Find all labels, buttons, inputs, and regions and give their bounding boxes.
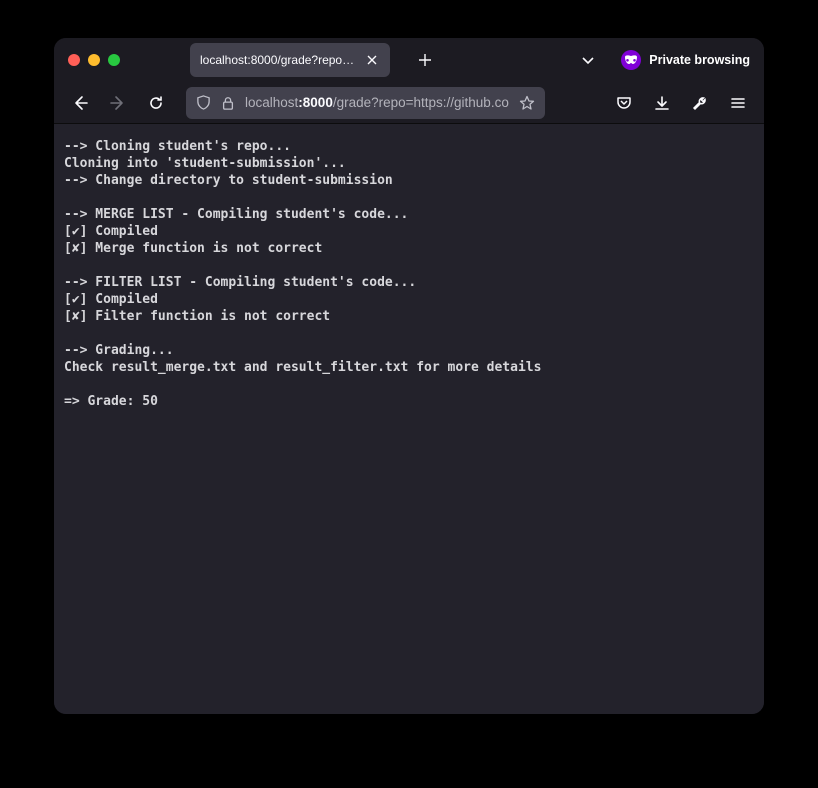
reload-button[interactable] xyxy=(140,87,172,119)
url-text: localhost:8000/grade?repo=https://github… xyxy=(245,95,509,110)
chevron-down-icon xyxy=(581,53,595,67)
app-menu-button[interactable] xyxy=(722,87,754,119)
arrow-right-icon xyxy=(110,95,126,111)
close-icon xyxy=(366,54,378,66)
close-tab-button[interactable] xyxy=(364,52,380,68)
downloads-button[interactable] xyxy=(646,87,678,119)
plus-icon xyxy=(418,53,432,67)
forward-button[interactable] xyxy=(102,87,134,119)
download-icon xyxy=(654,95,670,111)
pocket-button[interactable] xyxy=(608,87,640,119)
bookmark-star-icon[interactable] xyxy=(519,95,535,111)
mask-icon xyxy=(621,50,641,70)
back-button[interactable] xyxy=(64,87,96,119)
list-tabs-button[interactable] xyxy=(573,49,603,71)
browser-tab[interactable]: localhost:8000/grade?repo=https://g xyxy=(190,43,390,77)
new-tab-button[interactable] xyxy=(410,45,440,75)
close-window-button[interactable] xyxy=(68,54,80,66)
private-browsing-badge: Private browsing xyxy=(621,50,750,70)
arrow-left-icon xyxy=(72,95,88,111)
reload-icon xyxy=(148,95,164,111)
nav-bar: localhost:8000/grade?repo=https://github… xyxy=(54,82,764,124)
window-controls xyxy=(68,54,120,66)
url-hostname: localhost xyxy=(245,95,298,110)
tab-title: localhost:8000/grade?repo=https://g xyxy=(200,53,356,67)
hamburger-icon xyxy=(730,95,746,111)
minimize-window-button[interactable] xyxy=(88,54,100,66)
wrench-icon xyxy=(692,95,708,111)
maximize-window-button[interactable] xyxy=(108,54,120,66)
url-path: /grade?repo=https://github.co xyxy=(333,95,509,110)
page-content: --> Cloning student's repo... Cloning in… xyxy=(54,124,764,714)
browser-window: localhost:8000/grade?repo=https://g Priv… xyxy=(54,38,764,714)
pocket-icon xyxy=(616,95,632,111)
url-bar[interactable]: localhost:8000/grade?repo=https://github… xyxy=(186,87,545,119)
shield-icon xyxy=(196,95,211,110)
url-port: :8000 xyxy=(298,95,333,110)
tab-bar: localhost:8000/grade?repo=https://g Priv… xyxy=(54,38,764,82)
private-browsing-label: Private browsing xyxy=(649,53,750,67)
devtools-button[interactable] xyxy=(684,87,716,119)
lock-icon xyxy=(221,96,235,110)
terminal-output: --> Cloning student's repo... Cloning in… xyxy=(64,139,541,409)
